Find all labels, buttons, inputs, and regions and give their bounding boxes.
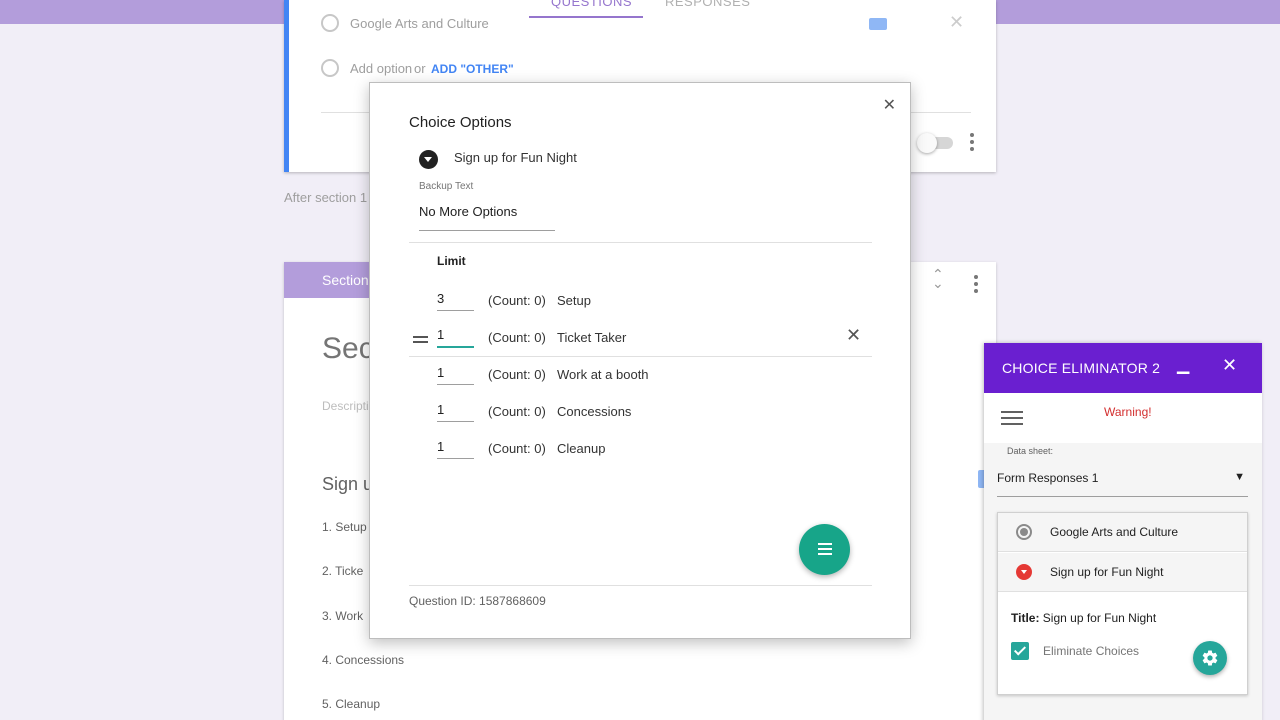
limit-input[interactable] [437, 358, 474, 385]
limit-column-header: Limit [437, 254, 466, 268]
choice-row: (Count: 0) Cleanup [409, 432, 872, 469]
after-section-text: After section 1 [284, 190, 368, 205]
limit-input[interactable] [437, 284, 474, 311]
drag-handle-icon[interactable] [413, 336, 428, 346]
data-sheet-select[interactable]: Form Responses 1 ▼ [997, 467, 1248, 497]
toggle-knob [917, 133, 937, 153]
dialog-title: Choice Options [409, 114, 512, 131]
chevron-down-icon: ▼ [1234, 471, 1245, 483]
panel-header: CHOICE ELIMINATOR 2 ▁ ✕ [984, 343, 1262, 393]
remove-row-icon[interactable]: ✕ [846, 325, 861, 346]
question-item[interactable]: Google Arts and Culture [998, 513, 1247, 552]
list-item: 3. Work [322, 609, 364, 623]
option-radio-icon [321, 14, 339, 32]
warning-text[interactable]: Warning! [1104, 405, 1152, 419]
collapse-icon[interactable]: ⌃ ⌄ [932, 267, 944, 290]
row-divider [409, 356, 872, 357]
choice-name: Ticket Taker [557, 330, 627, 345]
choice-name: Concessions [557, 404, 632, 419]
form-tabs: QUESTIONS RESPONSES [529, 0, 829, 24]
question-item-label: Google Arts and Culture [1050, 525, 1179, 539]
choice-count: (Count: 0) [488, 293, 546, 308]
settings-button[interactable] [1193, 641, 1227, 675]
dialog-close-icon[interactable]: ✕ [883, 95, 896, 115]
limit-input[interactable] [437, 321, 474, 348]
dropdown-active-icon [1016, 564, 1032, 580]
limit-input[interactable] [437, 432, 474, 459]
eliminate-label: Eliminate Choices [1043, 644, 1140, 658]
title-value: Sign up for Fun Night [1042, 611, 1157, 625]
dialog-footer-divider [409, 585, 872, 586]
question-detail-title: Title: Sign up for Fun Night [1011, 611, 1156, 625]
backup-text-input[interactable] [419, 200, 555, 231]
dialog-divider [409, 242, 872, 243]
required-toggle[interactable] [917, 133, 953, 153]
remove-option-icon[interactable]: ✕ [949, 12, 964, 33]
choice-count: (Count: 0) [488, 367, 546, 382]
menu-fab-button[interactable] [799, 524, 850, 575]
add-other-link[interactable]: ADD "OTHER" [431, 62, 514, 76]
choice-row[interactable]: (Count: 0) Ticket Taker ✕ [409, 321, 872, 358]
list-item: 5. Cleanup [322, 697, 381, 711]
question-list: Google Arts and Culture Sign up for Fun … [997, 512, 1248, 695]
add-option-link[interactable]: Add option [350, 61, 412, 76]
choice-count: (Count: 0) [488, 404, 546, 419]
more-options-icon[interactable] [970, 133, 974, 154]
list-item: 1. Setup [322, 520, 367, 534]
data-sheet-label: Data sheet: [1007, 446, 1054, 456]
limit-input[interactable] [437, 395, 474, 422]
tab-questions[interactable]: QUESTIONS [551, 0, 632, 9]
menu-icon[interactable] [1001, 411, 1023, 429]
list-item: 2. Ticke [322, 564, 364, 578]
question-title[interactable]: Sign u [322, 474, 373, 495]
panel-close-icon[interactable]: ✕ [1222, 355, 1237, 376]
title-label: Title: [1011, 611, 1040, 625]
backup-text-label: Backup Text [419, 181, 474, 192]
choice-name: Cleanup [557, 441, 606, 456]
choice-row: (Count: 0) Setup [409, 284, 872, 321]
tab-indicator [529, 16, 643, 18]
choice-name: Work at a booth [557, 367, 649, 382]
add-option-radio-icon [321, 59, 339, 77]
choice-eliminator-panel: CHOICE ELIMINATOR 2 ▁ ✕ Warning! Data sh… [984, 343, 1262, 720]
choice-row: (Count: 0) Concessions [409, 395, 872, 432]
question-id: Question ID: 1587868609 [409, 594, 546, 608]
minimize-icon[interactable]: ▁ [1177, 355, 1189, 375]
option-label[interactable]: Google Arts and Culture [350, 16, 489, 31]
panel-title: CHOICE ELIMINATOR 2 [1002, 360, 1161, 376]
list-item: 4. Concessions [322, 653, 405, 667]
choice-options-dialog: ✕ Choice Options Sign up for Fun Night B… [369, 82, 911, 639]
data-sheet-value: Form Responses 1 [997, 471, 1099, 485]
choice-name: Setup [557, 293, 591, 308]
gear-icon [1202, 650, 1218, 666]
image-icon[interactable] [869, 18, 887, 30]
tab-responses[interactable]: RESPONSES [665, 0, 750, 9]
choice-row: (Count: 0) Work at a booth [409, 358, 872, 395]
question-radio-icon [1016, 524, 1032, 540]
choice-count: (Count: 0) [488, 441, 546, 456]
section-description[interactable]: Descripti [322, 399, 369, 413]
section-title[interactable]: Sec [322, 332, 374, 366]
question-item-label: Sign up for Fun Night [1050, 565, 1164, 579]
choice-count: (Count: 0) [488, 330, 546, 345]
section-more-icon[interactable] [974, 275, 978, 296]
question-selector[interactable]: Sign up for Fun Night [454, 150, 577, 165]
question-item[interactable]: Sign up for Fun Night [998, 553, 1247, 592]
dropdown-icon[interactable] [419, 150, 438, 169]
or-text: or [414, 61, 426, 76]
eliminate-checkbox[interactable] [1011, 642, 1029, 660]
